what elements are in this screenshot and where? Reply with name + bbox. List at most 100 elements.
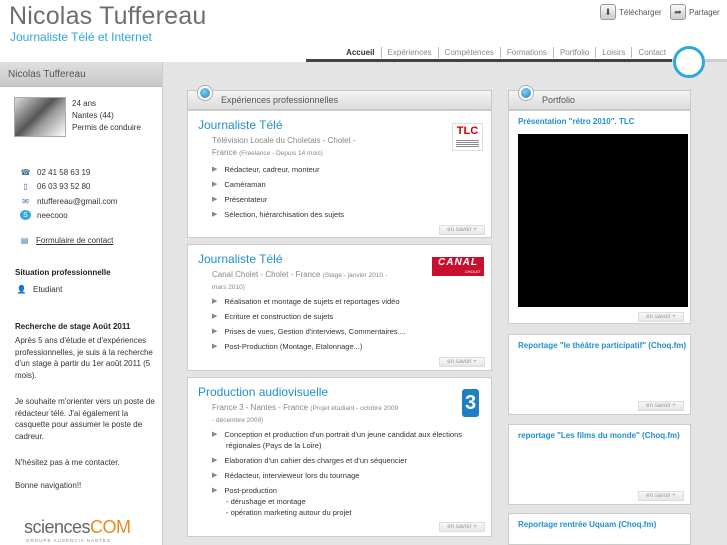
experience-period-end: - décembre 2009) [212, 414, 417, 427]
portfolio-item-2: Reportage "le théâtre participatif" (Cho… [508, 334, 691, 415]
bullet-item: ▶ Prises de vues, Gestion d'interviews, C… [212, 327, 406, 336]
sidebar: Nicolas Tuffereau 24 ans Nantes (44) Per… [0, 62, 163, 545]
bullet-item: ▶ Elaboration d'un cahier des charges et … [212, 456, 407, 465]
contact-skype[interactable]: S neecooo [20, 210, 68, 220]
experiences-heading: Expériences professionnelles [187, 90, 492, 110]
contact-phone: ☎ 02 41 58 63 19 [20, 167, 91, 177]
share-button[interactable]: ➦ Partager [670, 4, 720, 20]
bullet-text: Post-Production (Montage, Etalonnage...) [224, 342, 363, 351]
portfolio-title[interactable]: Reportage "le théâtre participatif" (Cho… [518, 340, 708, 351]
bullet-item: ▶ Réalisation et montage de sujets et rep… [212, 297, 400, 306]
email-text[interactable]: ntuffereau@gmail.com [37, 197, 117, 206]
france3-logo-text: 3 [464, 392, 477, 414]
experience-period: (Stage - janvier 2010 - [322, 272, 388, 279]
experience-card-1: Journaliste Télé Télévision Locale du Ch… [187, 110, 492, 238]
download-button[interactable]: ⬇ Télécharger [600, 4, 662, 20]
nav-competences[interactable]: Compétences [437, 47, 500, 58]
bullet-text: Post-production [224, 486, 277, 495]
bullet-text: Elaboration d'un cahier des charges et d… [224, 456, 407, 465]
more-button[interactable]: en savoir + [439, 522, 485, 532]
bullet-text: Réalisation et montage de sujets et repo… [224, 297, 400, 306]
info-city: Nantes (44) [72, 111, 114, 120]
nav-portfolio[interactable]: Portfolio [552, 47, 595, 58]
portfolio-heading-text: Portfolio [542, 95, 576, 105]
share-label: Partager [689, 7, 720, 17]
experience-title[interactable]: Journaliste Télé [198, 118, 283, 132]
contact-form-text[interactable]: Formulaire de contact [36, 236, 113, 245]
more-button[interactable]: en savoir + [439, 357, 485, 367]
mobile-text: 06 03 93 52 80 [37, 181, 91, 191]
info-age: 24 ans [72, 99, 97, 108]
nav-formations[interactable]: Formations [499, 47, 553, 58]
nav-accueil[interactable]: Accueil [340, 47, 380, 58]
bullet-subitem: - dérushage et montage [226, 497, 306, 506]
video-player[interactable] [518, 134, 688, 307]
share-icon: ➦ [670, 4, 686, 20]
stage-paragraph-3: N'hésitez pas à me contacter. [15, 458, 120, 467]
contact-email[interactable]: ✉ ntuffereau@gmail.com [20, 196, 117, 206]
nav-contact[interactable]: Contact [631, 47, 672, 58]
experience-title[interactable]: Production audiovisuelle [198, 385, 328, 399]
site-subtitle: Journaliste Télé et Internet [10, 30, 152, 44]
portfolio-item-4: Reportage rentrée Uquam (Choq.fm) [508, 513, 691, 545]
logo-main: sciences [24, 517, 91, 537]
more-button[interactable]: en savoir + [638, 491, 684, 501]
bullet-item: ▶ Post-production [212, 486, 277, 495]
site-name[interactable]: Nicolas Tuffereau [9, 2, 207, 31]
bullet-item: ▶ Rédacteur, intervieweur lors du tournag… [212, 471, 360, 480]
canal-logo-text: CANAL [438, 257, 478, 268]
main-nav: Accueil Expériences Compétences Formatio… [340, 47, 672, 58]
contact-mobile: ▯ 06 03 93 52 80 [20, 181, 90, 191]
experience-duration: (Freelance - Depuis 14 mois) [239, 150, 323, 157]
stage-title: Recherche de stage Août 2011 [15, 322, 131, 331]
experience-details: France (Freelance - Depuis 14 mois) [212, 147, 417, 160]
more-button[interactable]: en savoir + [638, 312, 684, 322]
portfolio-title[interactable]: Reportage rentrée Uquam (Choq.fm) [518, 519, 708, 530]
experience-company-text: France 3 - Nantes - France [212, 403, 309, 412]
experience-period-end: mars 2010) [212, 281, 417, 294]
situation-title: Situation professionnelle [15, 268, 111, 277]
contact-form-link[interactable]: ▤ Formulaire de contact [19, 235, 114, 245]
bullet-text: Rédacteur, cadreur, monteur [224, 165, 320, 174]
skype-text: neecooo [37, 210, 68, 220]
experience-card-3: Production audiovisuelle France 3 - Nant… [187, 377, 492, 537]
sidebar-title: Nicolas Tuffereau [0, 62, 162, 87]
phone-icon: ☎ [20, 167, 31, 177]
canal-cholet-logo: CANAL CHOLET [432, 257, 484, 276]
portfolio-title[interactable]: Présentation "rétro 2010". TLC [518, 116, 708, 127]
experience-title[interactable]: Journaliste Télé [198, 252, 283, 266]
nav-underline [306, 59, 672, 62]
experience-period-end-text: mars 2010) [212, 284, 245, 291]
bullet-item: ▶ Caméraman [212, 180, 266, 189]
sciencescom-logo: sciencesCOM [24, 517, 136, 538]
bullet-text: Sélection, hiérarchisation des sujets [224, 210, 345, 219]
bullet-text: Prises de vues, Gestion d'interviews, Co… [224, 327, 406, 336]
experience-card-2: Journaliste Télé Canal Cholet - Cholet -… [187, 244, 492, 371]
experience-country: France [212, 148, 237, 157]
france3-logo: 3 [462, 389, 479, 417]
tlc-logo-text: TLC [456, 125, 479, 137]
form-icon: ▤ [20, 235, 29, 245]
bullet-item: ▶ Ecriture et construction de sujets [212, 312, 334, 321]
situation: 👤 Etudiant [16, 284, 63, 294]
bullet-text: Caméraman [224, 180, 266, 189]
header: Nicolas Tuffereau Journaliste Télé et In… [0, 0, 727, 62]
bullet-subitem: - opération marketing autour du projet [226, 508, 352, 517]
nav-loisirs[interactable]: Loisirs [595, 47, 631, 58]
more-button[interactable]: en savoir + [439, 225, 485, 235]
nav-experiences[interactable]: Expériences [380, 47, 438, 58]
bullet-text: Ecriture et construction de sujets [224, 312, 334, 321]
experience-company-text: Canal Cholet - Cholet - France [212, 270, 321, 279]
phone-text: 02 41 58 63 19 [37, 167, 91, 177]
stage-paragraph-1: Après 5 ans d'étude et d'expériences pro… [15, 336, 153, 380]
bullet-text: Rédacteur, intervieweur lors du tournage [224, 471, 360, 480]
portfolio-title[interactable]: reportage "Les films du monde" (Choq.fm) [518, 430, 708, 441]
portfolio-dot-icon [519, 86, 533, 100]
portfolio-heading: Portfolio [508, 90, 691, 110]
bullet-item: ▶ Conception et production d'un portrait … [212, 430, 462, 439]
more-button[interactable]: en savoir + [638, 401, 684, 411]
experiences-heading-text: Expériences professionnelles [221, 95, 339, 105]
ring-decoration [673, 46, 705, 78]
portfolio-item-1: Présentation "rétro 2010". TLC en savoir… [508, 110, 691, 324]
bullet-text: Présentateur [224, 195, 268, 204]
